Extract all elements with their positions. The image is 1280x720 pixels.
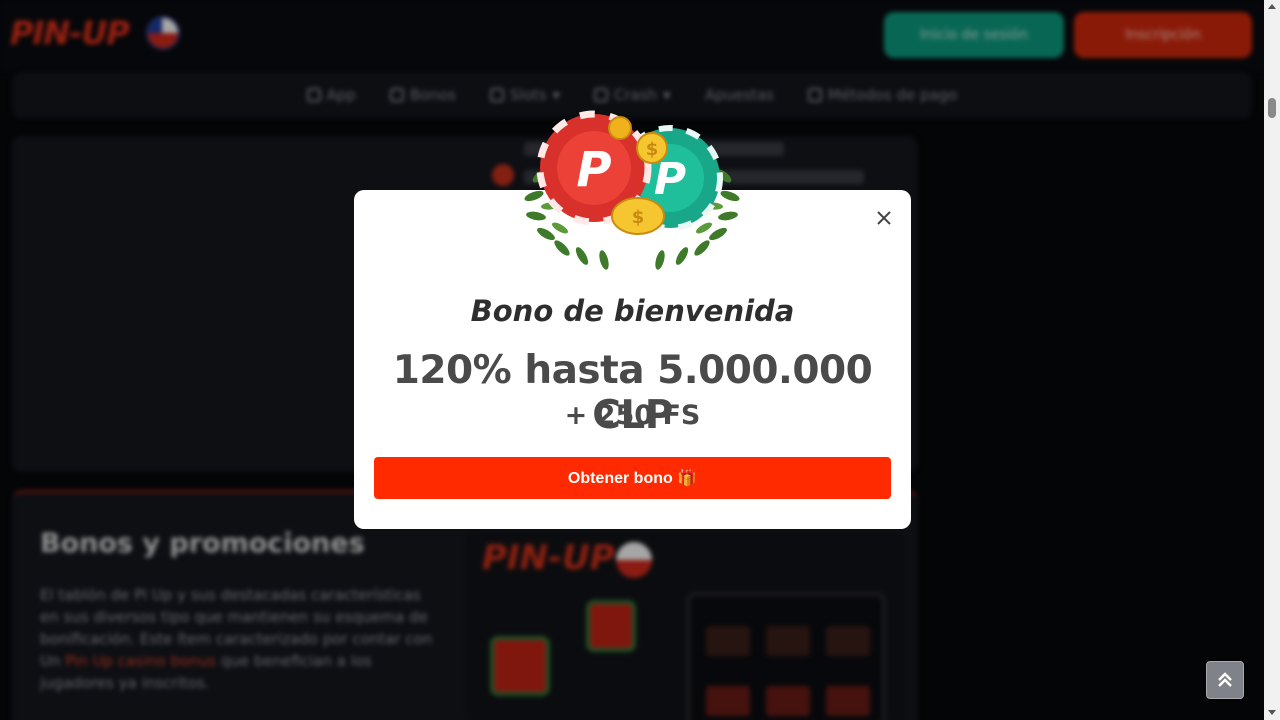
svg-text:$: $ [632,207,645,228]
double-chevron-up-icon [1218,672,1232,687]
back-to-top-button[interactable] [1206,661,1244,699]
svg-text:P: P [576,142,611,198]
close-icon [877,211,891,225]
modal-title: Bono de bienvenida [470,294,795,328]
free-spins: + 250 FS [564,400,701,431]
scroll-up-arrow-icon[interactable] [1268,4,1276,9]
get-bonus-button[interactable]: Obtener bono 🎁 [374,457,891,499]
scrollbar-thumb[interactable] [1268,98,1276,118]
svg-text:$: $ [646,139,659,160]
scroll-down-arrow-icon[interactable] [1268,710,1276,715]
close-button[interactable] [872,206,896,230]
casino-chips-illustration: P P $ $ [524,110,740,270]
